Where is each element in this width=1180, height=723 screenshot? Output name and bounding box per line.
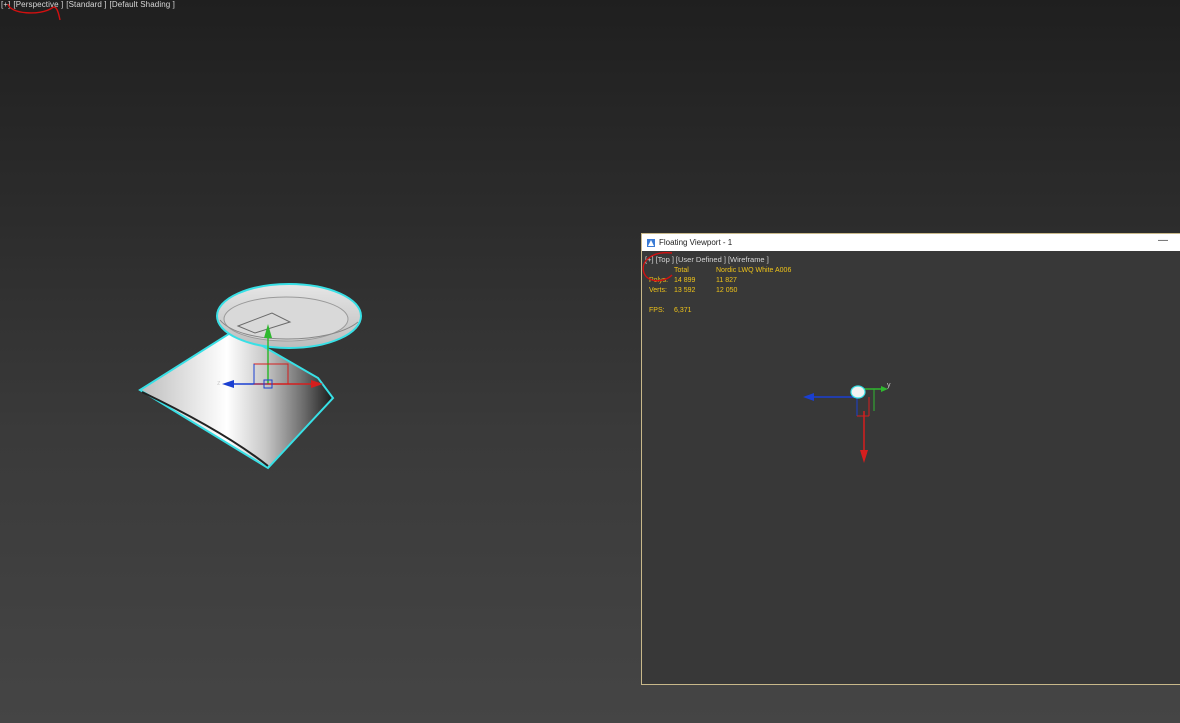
fv-gizmo-y-label: y (887, 382, 891, 389)
annotation-circle-floating (642, 252, 673, 282)
floating-viewport-titlebar[interactable]: Floating Viewport - 1 — (642, 234, 1180, 251)
gizmo-z-label: z (217, 380, 221, 387)
minimize-icon[interactable]: — (1158, 235, 1168, 246)
top-view-gizmo[interactable] (803, 385, 888, 463)
app-icon (647, 238, 655, 247)
floating-viewport-window[interactable]: Floating Viewport - 1 — [+] [Top ] [User D… (641, 233, 1180, 685)
floating-viewport-body[interactable]: [+] [Top ] [User Defined ] [Wireframe ] Tot… (642, 251, 1180, 684)
cylinder-body[interactable] (138, 328, 335, 470)
floating-viewport-scene[interactable]: y (642, 251, 1180, 684)
floating-viewport-title: Floating Viewport - 1 (659, 238, 733, 247)
annotation-circle-main (7, 3, 61, 21)
